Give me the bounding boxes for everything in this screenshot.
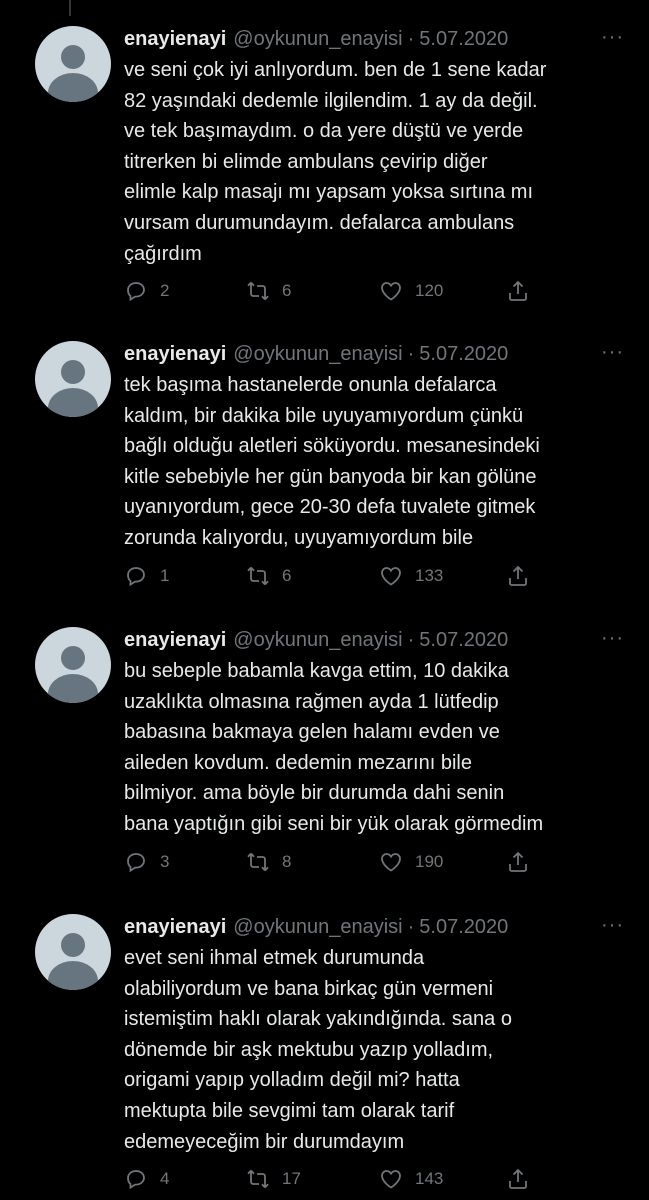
reply-button[interactable]: 2 xyxy=(124,276,169,306)
avatar[interactable] xyxy=(35,341,111,417)
reply-count: 1 xyxy=(160,566,170,585)
user-handle[interactable]: @oykunun_enayisi xyxy=(233,916,402,939)
heart-icon xyxy=(381,282,401,301)
tweet-date[interactable]: 5.07.2020 xyxy=(419,629,508,652)
retweet-count: 17 xyxy=(282,1169,301,1188)
heart-icon xyxy=(381,567,401,586)
more-options-icon[interactable]: ··· xyxy=(601,914,624,936)
separator-dot: · xyxy=(407,915,415,938)
separator-dot: · xyxy=(407,27,415,50)
share-icon xyxy=(509,1168,527,1189)
avatar[interactable] xyxy=(35,627,111,703)
display-name[interactable]: enayienayi xyxy=(124,28,226,51)
tweet-actions: 2 6 120 xyxy=(124,276,544,306)
tweet-text: evet seni ihmal etmek durumunda olabiliy… xyxy=(124,947,512,1153)
heart-icon xyxy=(381,1170,401,1189)
retweet-count: 6 xyxy=(282,281,292,300)
share-icon xyxy=(509,280,527,301)
retweet-button[interactable]: 17 xyxy=(246,1164,301,1194)
retweet-icon xyxy=(247,281,269,301)
more-options-icon[interactable]: ··· xyxy=(601,627,624,649)
tweet-header: enayienayi @oykunun_enayisi · 5.07.2020 xyxy=(124,627,624,653)
retweet-button[interactable]: 6 xyxy=(246,276,291,306)
tweet-actions: 4 17 143 xyxy=(124,1164,544,1194)
reply-icon xyxy=(127,1170,145,1190)
reply-button[interactable]: 1 xyxy=(124,561,169,591)
user-handle[interactable]: @oykunun_enayisi xyxy=(233,28,402,51)
share-button[interactable] xyxy=(506,1164,530,1194)
share-button[interactable] xyxy=(506,276,530,306)
display-name[interactable]: enayienayi xyxy=(124,343,226,366)
share-button[interactable] xyxy=(506,561,530,591)
separator-dot: · xyxy=(407,628,415,651)
avatar[interactable] xyxy=(35,26,111,102)
reply-count: 3 xyxy=(160,852,170,871)
retweet-button[interactable]: 6 xyxy=(246,561,291,591)
retweet-icon xyxy=(247,852,269,872)
like-button[interactable]: 190 xyxy=(379,847,443,877)
display-name[interactable]: enayienayi xyxy=(124,916,226,939)
tweet-date[interactable]: 5.07.2020 xyxy=(419,916,508,939)
tweet-actions: 1 6 133 xyxy=(124,561,544,591)
tweet-thread: enayienayi @oykunun_enayisi · 5.07.2020 … xyxy=(0,0,649,1200)
like-count: 120 xyxy=(415,281,444,300)
like-button[interactable]: 133 xyxy=(379,561,443,591)
tweet-date[interactable]: 5.07.2020 xyxy=(419,28,508,51)
user-handle[interactable]: @oykunun_enayisi xyxy=(233,629,402,652)
reply-icon xyxy=(127,282,145,302)
tweet-actions: 3 8 190 xyxy=(124,847,544,877)
like-count: 190 xyxy=(415,852,444,871)
tweet-text: tek başıma hastanelerde onunla defalarca… xyxy=(124,374,540,549)
tweet-date[interactable]: 5.07.2020 xyxy=(419,343,508,366)
more-options-icon[interactable]: ··· xyxy=(601,26,624,48)
user-handle[interactable]: @oykunun_enayisi xyxy=(233,343,402,366)
share-button[interactable] xyxy=(506,847,530,877)
like-count: 143 xyxy=(415,1169,444,1188)
like-button[interactable]: 120 xyxy=(379,276,443,306)
tweet-header: enayienayi @oykunun_enayisi · 5.07.2020 xyxy=(124,914,624,940)
retweet-button[interactable]: 8 xyxy=(246,847,291,877)
tweet-header: enayienayi @oykunun_enayisi · 5.07.2020 xyxy=(124,26,624,52)
reply-button[interactable]: 4 xyxy=(124,1164,169,1194)
share-icon xyxy=(509,851,527,872)
share-icon xyxy=(509,565,527,586)
retweet-icon xyxy=(247,566,269,586)
reply-icon xyxy=(127,853,145,873)
retweet-count: 8 xyxy=(282,852,292,871)
thread-connector-line xyxy=(69,0,71,16)
separator-dot: · xyxy=(407,342,415,365)
like-button[interactable]: 143 xyxy=(379,1164,443,1194)
tweet-text: ve seni çok iyi anlıyordum. ben de 1 sen… xyxy=(124,59,547,265)
heart-icon xyxy=(381,853,401,872)
retweet-icon xyxy=(247,1169,269,1189)
reply-icon xyxy=(127,567,145,587)
reply-count: 2 xyxy=(160,281,170,300)
more-options-icon[interactable]: ··· xyxy=(601,341,624,363)
reply-count: 4 xyxy=(160,1169,170,1188)
tweet-header: enayienayi @oykunun_enayisi · 5.07.2020 xyxy=(124,341,624,367)
like-count: 133 xyxy=(415,566,444,585)
retweet-count: 6 xyxy=(282,566,292,585)
reply-button[interactable]: 3 xyxy=(124,847,169,877)
tweet-text: bu sebeple babamla kavga ettim, 10 dakik… xyxy=(124,660,544,835)
display-name[interactable]: enayienayi xyxy=(124,629,226,652)
avatar[interactable] xyxy=(35,914,111,990)
